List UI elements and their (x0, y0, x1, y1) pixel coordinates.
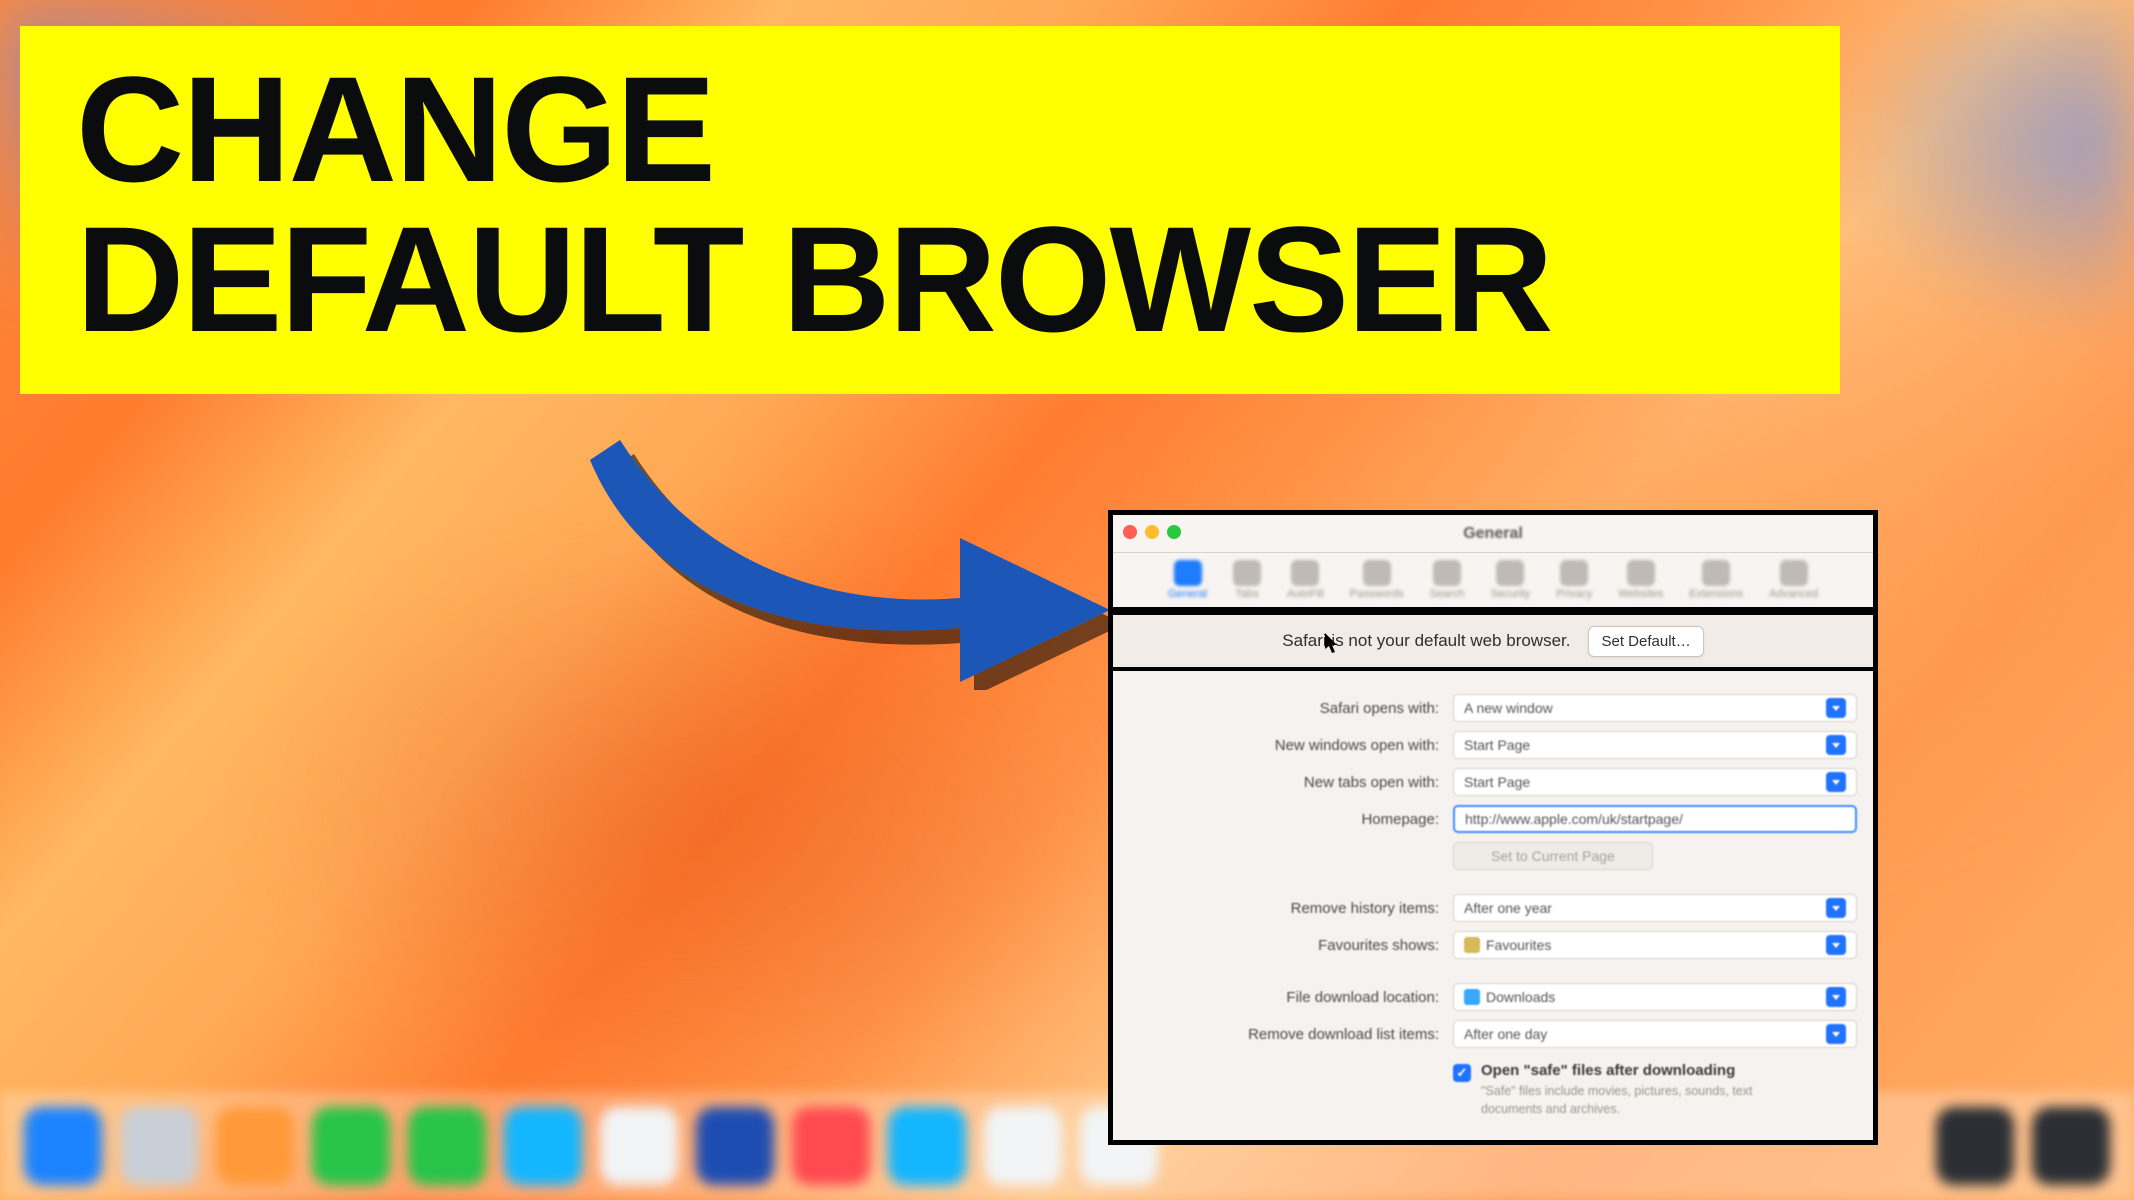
set-to-current-page-button[interactable]: Set to Current Page (1453, 842, 1653, 870)
arrow-icon (570, 430, 1130, 690)
row-safari-opens-with: Safari opens with: A new window (1129, 694, 1857, 722)
dock-app-icon[interactable] (216, 1107, 294, 1185)
select-favourites-shows[interactable]: Favourites (1453, 931, 1857, 959)
toolbar-tab-extensions[interactable]: Extensions (1689, 560, 1743, 600)
label-safari-opens-with: Safari opens with: (1129, 700, 1439, 717)
toolbar-tab-search[interactable]: Search (1430, 560, 1465, 600)
folder-icon (1464, 989, 1480, 1005)
row-download-location: File download location: Downloads (1129, 983, 1857, 1011)
label-remove-downloads: Remove download list items: (1129, 1026, 1439, 1043)
star-icon (1464, 937, 1480, 953)
label-open-safe-files: Open "safe" files after downloading (1481, 1062, 1801, 1079)
preferences-toolbar: General Tabs AutoFill Passwords Search S… (1113, 553, 1873, 611)
dock-app-icon[interactable] (696, 1107, 774, 1185)
row-open-safe-files: ✓ Open "safe" files after downloading "S… (1453, 1062, 1857, 1118)
mouse-cursor-icon (1325, 633, 1341, 655)
chevron-down-icon (1826, 898, 1846, 918)
input-homepage[interactable]: http://www.apple.com/uk/startpage/ (1453, 805, 1857, 833)
hint-open-safe-files: "Safe" files include movies, pictures, s… (1481, 1083, 1801, 1118)
label-new-tabs: New tabs open with: (1129, 774, 1439, 791)
default-browser-notice: Safari is not your default web browser. … (1113, 611, 1873, 671)
dock-app-icon[interactable] (120, 1107, 198, 1185)
chevron-down-icon (1826, 935, 1846, 955)
globe-icon (1627, 560, 1655, 586)
row-new-tabs: New tabs open with: Start Page (1129, 768, 1857, 796)
general-settings-form: Safari opens with: A new window New wind… (1113, 671, 1873, 1140)
banner-line-1: CHANGE (76, 45, 714, 213)
toolbar-tab-security[interactable]: Security (1490, 560, 1530, 600)
dock-app-icon[interactable] (1936, 1107, 2014, 1185)
chevron-down-icon (1826, 987, 1846, 1007)
close-icon[interactable] (1123, 525, 1137, 539)
label-remove-history: Remove history items: (1129, 900, 1439, 917)
dock-app-icon[interactable] (2032, 1107, 2110, 1185)
toolbar-tab-general[interactable]: General (1168, 560, 1207, 600)
row-homepage: Homepage: http://www.apple.com/uk/startp… (1129, 805, 1857, 833)
select-remove-downloads[interactable]: After one day (1453, 1020, 1857, 1048)
select-remove-history[interactable]: After one year (1453, 894, 1857, 922)
traffic-lights (1123, 525, 1181, 539)
set-default-button[interactable]: Set Default… (1588, 626, 1703, 657)
dock-app-icon[interactable] (888, 1107, 966, 1185)
select-safari-opens-with[interactable]: A new window (1453, 694, 1857, 722)
chevron-down-icon (1826, 772, 1846, 792)
select-new-windows[interactable]: Start Page (1453, 731, 1857, 759)
dock-app-icon[interactable] (984, 1107, 1062, 1185)
minimize-icon[interactable] (1145, 525, 1159, 539)
toolbar-tab-passwords[interactable]: Passwords (1350, 560, 1404, 600)
banner-line-2: DEFAULT BROWSER (76, 195, 1552, 363)
row-remove-downloads: Remove download list items: After one da… (1129, 1020, 1857, 1048)
label-new-windows: New windows open with: (1129, 737, 1439, 754)
dock-app-icon[interactable] (600, 1107, 678, 1185)
lock-icon (1496, 560, 1524, 586)
toolbar-tab-advanced[interactable]: Advanced (1769, 560, 1818, 600)
dock-app-icon[interactable] (504, 1107, 582, 1185)
row-new-windows: New windows open with: Start Page (1129, 731, 1857, 759)
toolbar-tab-websites[interactable]: Websites (1618, 560, 1663, 600)
label-homepage: Homepage: (1129, 811, 1439, 828)
dock-app-icon[interactable] (408, 1107, 486, 1185)
checkbox-open-safe-files[interactable]: ✓ (1453, 1064, 1471, 1082)
key-icon (1363, 560, 1391, 586)
search-icon (1433, 560, 1461, 586)
zoom-icon[interactable] (1167, 525, 1181, 539)
tabs-icon (1233, 560, 1261, 586)
toolbar-tab-privacy[interactable]: Privacy (1556, 560, 1592, 600)
window-title: General (1463, 525, 1523, 543)
row-remove-history: Remove history items: After one year (1129, 894, 1857, 922)
toolbar-tab-autofill[interactable]: AutoFill (1287, 560, 1324, 600)
chevron-down-icon (1826, 1024, 1846, 1044)
row-set-current-page: Set to Current Page (1129, 842, 1857, 870)
chevron-down-icon (1826, 698, 1846, 718)
dock-app-icon[interactable] (792, 1107, 870, 1185)
dock-app-icon[interactable] (312, 1107, 390, 1185)
gears-icon (1780, 560, 1808, 586)
select-new-tabs[interactable]: Start Page (1453, 768, 1857, 796)
puzzle-icon (1702, 560, 1730, 586)
hand-icon (1560, 560, 1588, 586)
window-titlebar[interactable]: General (1113, 515, 1873, 553)
chevron-down-icon (1826, 735, 1846, 755)
title-banner: CHANGE DEFAULT BROWSER (20, 26, 1840, 394)
safari-general-preferences-window: General General Tabs AutoFill Passwords … (1108, 510, 1878, 1145)
label-favourites-shows: Favourites shows: (1129, 937, 1439, 954)
row-favourites-shows: Favourites shows: Favourites (1129, 931, 1857, 959)
toolbar-tab-tabs[interactable]: Tabs (1233, 560, 1261, 600)
dock-app-icon[interactable] (24, 1107, 102, 1185)
gear-icon (1174, 560, 1202, 586)
select-download-location[interactable]: Downloads (1453, 983, 1857, 1011)
label-download-location: File download location: (1129, 989, 1439, 1006)
pencil-icon (1291, 560, 1319, 586)
